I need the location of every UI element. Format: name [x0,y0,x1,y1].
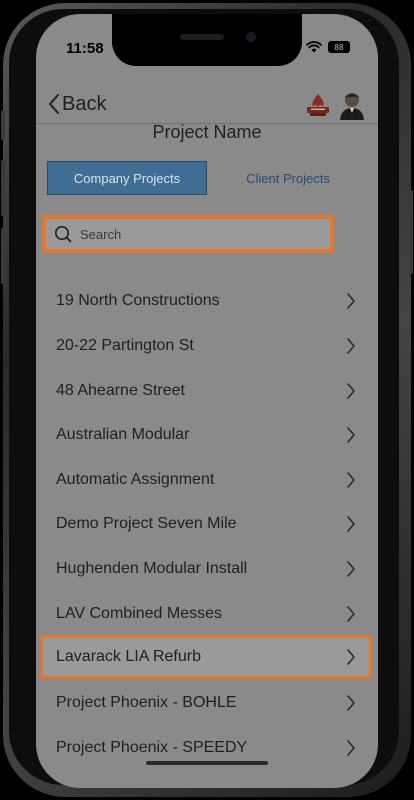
chevron-right-icon [347,561,355,577]
project-label: Australian Modular [56,426,190,443]
chevron-right-icon [347,472,355,488]
chevron-right-icon [347,383,355,399]
search-input[interactable]: Search [46,219,330,249]
search-placeholder: Search [80,226,122,242]
front-camera [246,32,256,42]
status-time: 11:58 [66,40,104,57]
nav-bar: Back [36,78,378,124]
project-row-project-phoenix-bohle[interactable]: Project Phoenix - BOHLE [36,681,378,725]
wifi-icon [306,41,322,53]
battery-icon: 88 [328,41,350,53]
search-icon [55,226,72,243]
company-logo [307,94,329,116]
chevron-left-icon [49,94,59,114]
project-label: 19 North Constructions [56,292,220,309]
app-screen: 11:58 88 Back Project Name Company Proje… [36,14,378,788]
project-label: Project Phoenix - SPEEDY [56,739,248,756]
chevron-right-icon [347,338,355,354]
notch [112,14,302,66]
project-row-48-ahearne-street[interactable]: 48 Ahearne Street [36,369,378,413]
project-row-20-22-partington-st[interactable]: 20-22 Partington St [36,324,378,368]
project-label: Demo Project Seven Mile [56,515,237,532]
back-label: Back [62,92,107,115]
silent-switch [1,110,5,140]
speaker-grille [180,34,224,40]
project-label: LAV Combined Messes [56,605,222,622]
project-row-lavarack-lia-refurb[interactable]: Lavarack LIA Refurb [40,635,372,679]
volume-up-button [1,160,5,216]
chevron-right-icon [347,695,355,711]
project-row-lav-combined-messes[interactable]: LAV Combined Messes [36,592,378,636]
project-label: Project Phoenix - BOHLE [56,694,237,711]
chevron-right-icon [347,606,355,622]
home-indicator[interactable] [146,761,268,765]
project-label: Lavarack LIA Refurb [56,648,201,665]
project-label: 48 Ahearne Street [56,382,185,399]
status-icons: 88 [306,41,350,53]
project-row-hughenden-modular-install[interactable]: Hughenden Modular Install [36,547,378,591]
page-title: Project Name [152,122,262,142]
project-label: 20-22 Partington St [56,337,194,354]
tab-company-projects[interactable]: Company Projects [47,161,207,195]
tab-client-projects[interactable]: Client Projects [214,161,362,195]
search-field-highlight: Search [42,215,334,253]
project-row-19-north-constructions[interactable]: 19 North Constructions [36,279,378,323]
project-label: Automatic Assignment [56,471,215,488]
avatar[interactable] [338,90,366,120]
project-row-demo-project-seven-mile[interactable]: Demo Project Seven Mile [36,502,378,546]
project-row-automatic-assignment[interactable]: Automatic Assignment [36,458,378,502]
chevron-right-icon [347,740,355,756]
back-button[interactable]: Back [46,92,106,116]
power-button [409,190,413,274]
chevron-right-icon [347,427,355,443]
chevron-right-icon [347,293,355,309]
project-label: Hughenden Modular Install [56,560,248,577]
project-row-australian-modular[interactable]: Australian Modular [36,413,378,457]
chevron-right-icon [347,649,355,665]
volume-down-button [1,228,5,284]
chevron-right-icon [347,516,355,532]
